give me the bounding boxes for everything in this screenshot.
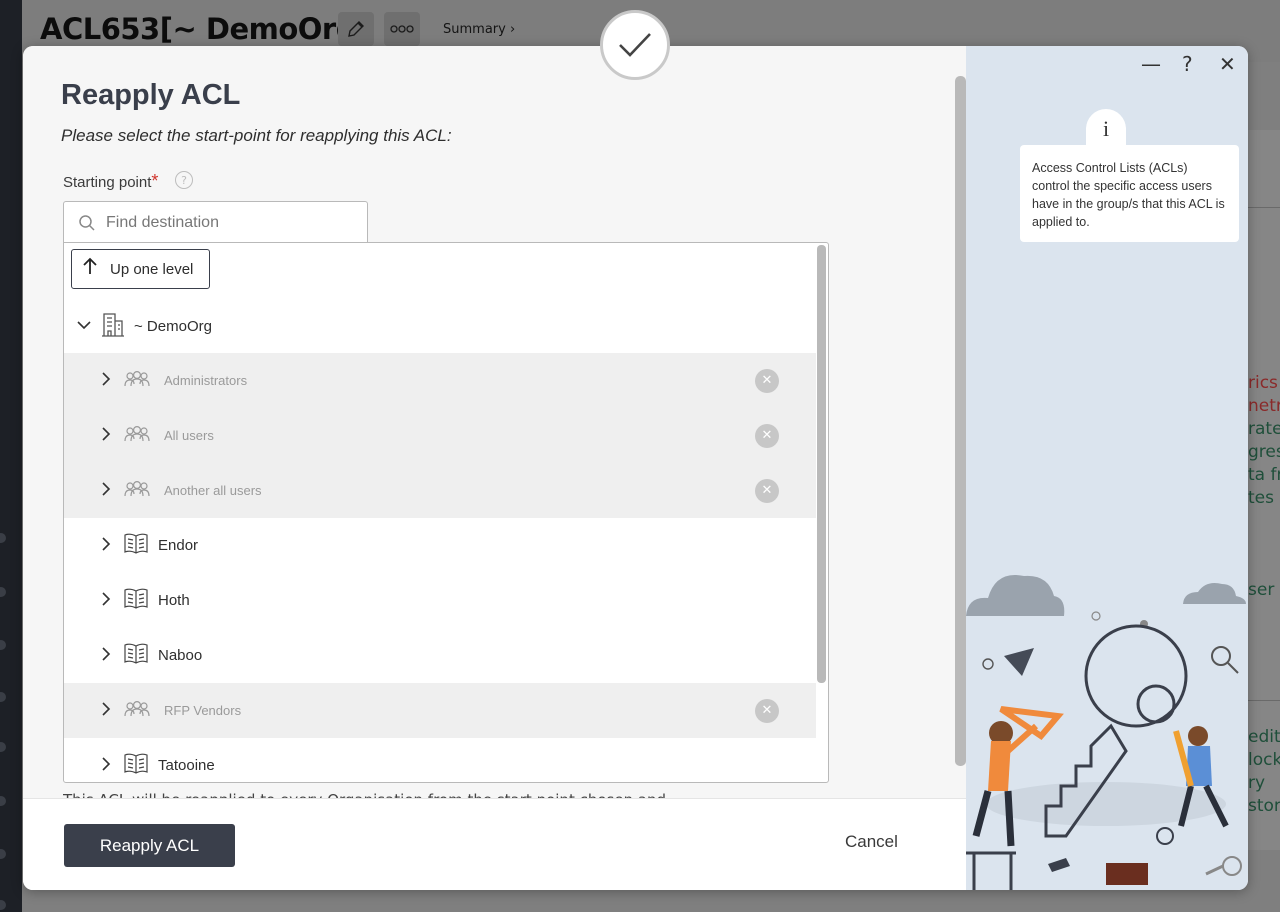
search-icon <box>79 214 95 231</box>
chevron-right-icon[interactable] <box>101 646 111 665</box>
access-key-illustration <box>966 574 1246 890</box>
background-fragment-text: ta fr <box>1248 465 1280 485</box>
group-icon <box>124 370 150 391</box>
group-icon <box>124 480 150 501</box>
chevron-down-icon[interactable] <box>77 318 91 334</box>
building-icon <box>101 311 125 341</box>
nav-dot <box>0 849 6 859</box>
more-dots-icon <box>390 25 414 33</box>
book-icon <box>124 533 148 559</box>
reapply-acl-button[interactable]: Reapply ACL <box>64 824 235 867</box>
tree-row-label: RFP Vendors <box>164 703 242 718</box>
reapply-acl-dialog: Reapply ACL Please select the start-poin… <box>23 46 1248 890</box>
help-icon[interactable]: ? <box>175 171 193 189</box>
nav-dot <box>0 796 6 806</box>
dialog-main: Reapply ACL Please select the start-poin… <box>23 46 966 890</box>
chevron-right-icon[interactable] <box>101 591 111 610</box>
minimize-button[interactable]: — <box>1141 52 1161 76</box>
dialog-scrollbar[interactable] <box>955 76 966 766</box>
book-icon <box>124 753 148 779</box>
starting-point-label-text: Starting point <box>63 174 152 191</box>
nav-dot <box>0 533 6 543</box>
left-nav-bar <box>0 0 22 912</box>
up-one-level-button[interactable]: Up one level <box>71 249 210 289</box>
up-one-level-label: Up one level <box>110 260 194 278</box>
tree-row-label: Administrators <box>164 373 248 388</box>
tree-row-label: Another all users <box>164 483 262 498</box>
nav-dot <box>0 742 6 752</box>
background-fragment-text: netri <box>1248 396 1280 416</box>
background-fragment-text: gress <box>1248 442 1280 462</box>
info-side-panel: — ? ✕ i Access Control Lists (ACLs) cont… <box>966 46 1248 890</box>
required-marker: * <box>151 171 159 191</box>
info-bubble: Access Control Lists (ACLs) control the … <box>1020 145 1239 242</box>
background-fragment-text: ry <box>1248 773 1266 793</box>
tree-row[interactable]: Tatooine <box>64 738 816 782</box>
dialog-footer: Reapply ACL Cancel <box>23 798 966 890</box>
background-fragment-text: tes <box>1248 488 1274 508</box>
cancel-button[interactable]: Cancel <box>845 832 898 852</box>
background-fragment-text: lock <box>1248 750 1280 770</box>
nav-dot <box>0 900 6 910</box>
divider <box>1248 207 1280 208</box>
pencil-icon <box>348 21 364 37</box>
tree-row-label: All users <box>164 428 214 443</box>
arrow-up-icon <box>82 257 98 281</box>
chevron-right-icon[interactable] <box>101 371 111 390</box>
remove-circle-icon[interactable]: ✕ <box>755 478 779 503</box>
tree-row[interactable]: Hoth <box>64 573 816 628</box>
tree-row[interactable]: Another all users ✕ <box>64 463 816 518</box>
background-fragment-text: rate <box>1248 419 1280 439</box>
background-fragment-text: ser d <box>1248 580 1280 600</box>
dialog-title: Reapply ACL <box>61 79 241 111</box>
background-fragment-text: rics <box>1248 373 1278 393</box>
tree-scrollbar[interactable] <box>817 245 826 683</box>
tree-row-label: Hoth <box>158 592 190 609</box>
group-icon <box>124 425 150 446</box>
tree-root-row[interactable]: ~ DemoOrg <box>64 299 816 353</box>
destination-tree: Up one level ~ DemoOrg Administrators ✕ Al… <box>63 242 829 783</box>
tree-row[interactable]: Endor <box>64 518 816 573</box>
dialog-subtitle: Please select the start-point for reappl… <box>61 126 452 145</box>
tree-row[interactable]: RFP Vendors ✕ <box>64 683 816 738</box>
help-button[interactable]: ? <box>1182 52 1193 76</box>
book-icon <box>124 588 148 614</box>
page-title: ACL653[~ DemoOrg] <box>40 12 369 46</box>
success-check-badge <box>600 10 670 80</box>
tree-row-label: Tatooine <box>158 757 215 774</box>
tree-root-label: ~ DemoOrg <box>134 317 212 335</box>
book-icon <box>124 643 148 669</box>
tree-row[interactable]: Administrators ✕ <box>64 353 816 408</box>
tree-row-label: Naboo <box>158 647 203 664</box>
find-destination-search <box>63 201 368 243</box>
divider <box>1248 700 1280 701</box>
tree-row[interactable]: All users ✕ <box>64 408 816 463</box>
check-icon <box>619 33 651 57</box>
background-fragment-text: editi <box>1248 727 1280 747</box>
chevron-right-icon[interactable] <box>101 426 111 445</box>
chevron-right-icon[interactable] <box>101 536 111 555</box>
remove-circle-icon[interactable]: ✕ <box>755 368 779 393</box>
starting-point-label: Starting point* <box>63 171 158 192</box>
info-icon: i <box>1086 109 1126 149</box>
chevron-right-icon[interactable] <box>101 481 111 500</box>
group-icon <box>124 700 150 721</box>
more-button[interactable] <box>384 12 420 46</box>
chevron-right-icon[interactable] <box>101 756 111 775</box>
close-button[interactable]: ✕ <box>1219 52 1236 76</box>
search-input[interactable] <box>106 213 346 232</box>
background-fragment-text: stor <box>1248 796 1280 816</box>
breadcrumb-summary[interactable]: Summary › <box>443 22 515 37</box>
nav-dot <box>0 692 6 702</box>
tree-row-label: Endor <box>158 537 199 554</box>
nav-dot <box>0 640 6 650</box>
chevron-right-icon[interactable] <box>101 701 111 720</box>
nav-dot <box>0 587 6 597</box>
remove-circle-icon[interactable]: ✕ <box>755 423 779 448</box>
remove-circle-icon[interactable]: ✕ <box>755 698 779 723</box>
tree-row[interactable]: Naboo <box>64 628 816 683</box>
edit-button[interactable] <box>338 12 374 46</box>
